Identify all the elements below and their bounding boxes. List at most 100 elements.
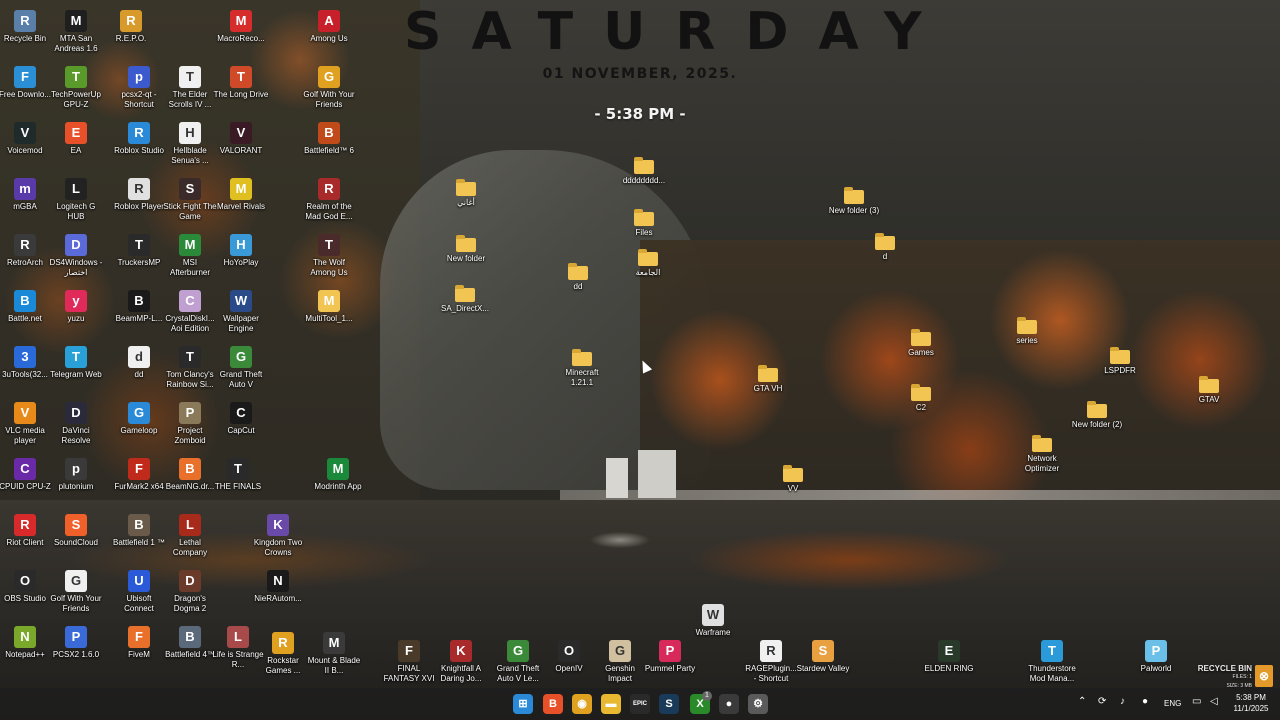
desktop-folder[interactable]: GTAV [1181,375,1237,405]
brave-browser-icon[interactable]: B [543,694,563,714]
desktop-folder[interactable]: VV [765,464,821,494]
desktop-shortcut[interactable]: B Battle.net [0,290,53,324]
desktop-shortcut[interactable]: d dd [111,346,167,380]
desktop-folder[interactable]: dd [550,262,606,292]
desktop-shortcut[interactable]: D DS4Windows - اختصار [48,234,104,278]
desktop-shortcut[interactable]: N Notepad++ [0,626,53,660]
desktop-shortcut[interactable]: R Recycle Bin [0,10,53,44]
desktop-folder[interactable]: Games [893,328,949,358]
desktop-shortcut[interactable]: y yuzu [48,290,104,324]
desktop-shortcut[interactable]: B BeamMP-L... [111,290,167,324]
desktop-folder[interactable]: C2 [893,383,949,413]
desktop-shortcut[interactable]: F FINAL FANTASY XVI [381,640,437,684]
desktop-shortcut[interactable]: 3 3uTools(32... [0,346,53,380]
desktop-shortcut[interactable]: V VALORANT [213,122,269,156]
desktop-shortcut[interactable]: H Hellblade Senua's ... [162,122,218,166]
desktop-shortcut[interactable]: M Mount & Blade II B... [306,632,362,676]
desktop-shortcut[interactable]: P Project Zomboid [162,402,218,446]
desktop-folder[interactable]: New folder (2) [1069,400,1125,430]
desktop-shortcut[interactable]: P Pummel Party [642,640,698,674]
desktop-shortcut[interactable]: T Telegram Web [48,346,104,380]
speaker-icon[interactable]: ◁ [1210,696,1218,707]
desktop-folder[interactable]: الجامعة [620,248,676,278]
desktop-folder[interactable]: New folder (3) [826,186,882,216]
desktop-shortcut[interactable]: T TechPowerUp GPU-Z [48,66,104,110]
desktop-folder[interactable]: d [857,232,913,262]
volume-icon[interactable]: ♪ [1120,696,1125,707]
desktop-folder[interactable]: LSPDFR [1092,346,1148,376]
desktop-shortcut[interactable]: M Modrinth App [310,458,366,492]
start-button-icon[interactable]: ⊞ [513,694,533,714]
desktop-shortcut[interactable]: D Dragon's Dogma 2 [162,570,218,614]
desktop-shortcut[interactable]: R Roblox Studio [111,122,167,156]
desktop-shortcut[interactable]: R R.E.P.O. [103,10,159,44]
file-explorer-icon[interactable]: ▬ [601,694,621,714]
desktop-shortcut[interactable]: F FiveM [111,626,167,660]
microphone-icon[interactable]: ● [1142,696,1148,707]
desktop-shortcut[interactable]: L Logitech G HUB [48,178,104,222]
desktop-shortcut[interactable]: S Stardew Valley [795,640,851,674]
desktop-shortcut[interactable]: C CapCut [213,402,269,436]
desktop-shortcut[interactable]: M MacroReco... [213,10,269,44]
desktop-shortcut[interactable]: T Thunderstore Mod Mana... [1024,640,1080,684]
desktop-shortcut[interactable]: M Marvel Rivals [213,178,269,212]
desktop-shortcut[interactable]: M MTA San Andreas 1.6 [48,10,104,54]
epic-games-icon[interactable]: EPIC [630,694,650,714]
sync-icon[interactable]: ⟳ [1098,696,1106,707]
desktop-shortcut[interactable]: T The Elder Scrolls IV ... [162,66,218,110]
desktop-shortcut[interactable]: R RetroArch [0,234,53,268]
taskbar-clock[interactable]: 5:38 PM 11/1/2025 [1226,692,1276,714]
chevron-up-icon[interactable]: ⌃ [1078,696,1086,707]
desktop-shortcut[interactable]: W Wallpaper Engine [213,290,269,334]
desktop-shortcut[interactable]: H HoYoPlay [213,234,269,268]
network-icon[interactable]: ▭ [1192,696,1201,707]
desktop-shortcut[interactable]: V Voicemod [0,122,53,156]
desktop-folder[interactable]: New folder [438,234,494,264]
desktop-shortcut[interactable]: p pcsx2-qt - Shortcut [111,66,167,110]
settings-icon[interactable]: ⚙ [748,694,768,714]
desktop-shortcut[interactable]: G Grand Theft Auto V Le... [490,640,546,684]
desktop-shortcut[interactable]: G Golf With Your Friends [301,66,357,110]
desktop-shortcut[interactable]: T The Long Drive [213,66,269,100]
desktop-folder[interactable]: أغاني [438,178,494,208]
desktop-folder[interactable]: SA_DirectX... [437,284,493,314]
desktop-shortcut[interactable]: K Knightfall A Daring Jo... [433,640,489,684]
desktop-shortcut[interactable]: L Lethal Company [162,514,218,558]
desktop-folder[interactable]: Files [616,208,672,238]
desktop-shortcut[interactable]: M MultiTool_1... [301,290,357,324]
desktop-shortcut[interactable]: S Stick Fight The Game [162,178,218,222]
desktop-shortcut[interactable]: R Roblox Player [111,178,167,212]
desktop-shortcut[interactable]: R Realm of the Mad God E... [301,178,357,222]
desktop-shortcut[interactable]: F FurMark2 x64 [111,458,167,492]
desktop-shortcut[interactable]: D DaVinci Resolve [48,402,104,446]
recycle-bin-widget-icon[interactable]: ⊗ [1255,665,1273,687]
desktop-shortcut[interactable]: E ELDEN RING [921,640,977,674]
desktop-shortcut[interactable]: R Rockstar Games ... [255,632,311,676]
desktop-shortcut[interactable]: G Genshin Impact [592,640,648,684]
desktop-shortcut[interactable]: F Free Downlo... [0,66,53,100]
steam-icon[interactable]: S [659,694,679,714]
desktop-folder[interactable]: Minecraft 1.21.1 [554,348,610,388]
desktop-shortcut[interactable]: m mGBA [0,178,53,212]
desktop-shortcut[interactable]: A Among Us [301,10,357,44]
desktop-shortcut[interactable]: N NieRAutom... [250,570,306,604]
desktop-shortcut[interactable]: R RAGEPlugin... - Shortcut [743,640,799,684]
desktop-shortcut[interactable]: E EA [48,122,104,156]
desktop-shortcut[interactable]: C CrystalDiskI... Aoi Edition [162,290,218,334]
desktop-shortcut[interactable]: U Ubisoft Connect [111,570,167,614]
desktop-shortcut[interactable]: B Battlefield™ 6 [301,122,357,156]
desktop-shortcut[interactable]: P PCSX2 1.6.0 [48,626,104,660]
desktop-folder[interactable]: Network Optimizer [1014,434,1070,474]
desktop-folder[interactable]: GTA VH [740,364,796,394]
desktop-shortcut[interactable]: C CPUID CPU-Z [0,458,53,492]
desktop-shortcut[interactable]: G Gameloop [111,402,167,436]
desktop-shortcut[interactable]: P Palworld [1128,640,1184,674]
language-indicator[interactable]: ENG [1164,699,1181,708]
desktop-shortcut[interactable]: T The Wolf Among Us [301,234,357,278]
desktop-shortcut[interactable]: R Riot Client [0,514,53,548]
desktop-shortcut[interactable]: T Tom Clancy's Rainbow Si... [162,346,218,390]
desktop-shortcut[interactable]: O OBS Studio [0,570,53,604]
desktop-shortcut[interactable]: K Kingdom Two Crowns [250,514,306,558]
desktop-shortcut[interactable]: O OpenIV [541,640,597,674]
desktop-shortcut[interactable]: G Golf With Your Friends [48,570,104,614]
